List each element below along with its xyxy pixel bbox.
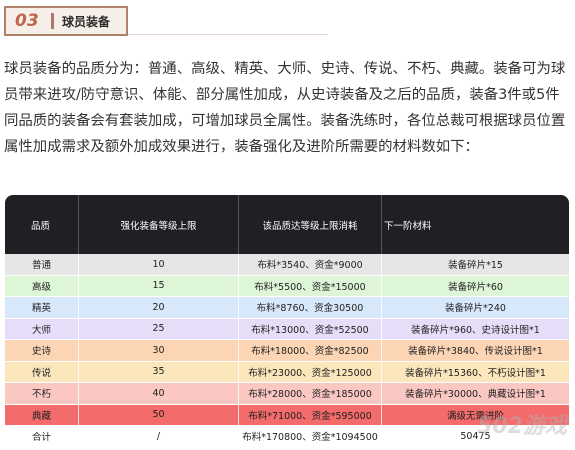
cell-quality: 合计 — [31, 432, 51, 444]
header-quality: 品质 — [31, 220, 51, 232]
header-underline — [128, 34, 328, 35]
section-number: 03 — [15, 11, 39, 31]
header-cost: 该品质达等级上限消耗 — [238, 195, 381, 254]
table-row: 高级 15 布料*5500、资金*15000 装备碎片*60 — [5, 275, 569, 297]
table-row: 合计 / 布料*170800、资金*1094500 50475 — [5, 426, 569, 448]
cell-level-cap: 15 — [78, 275, 238, 296]
cell-quality: 传说 — [31, 367, 51, 379]
table-row: 史诗 30 布料*18000、资金*82500 装备碎片*3840、传说设计图*1 — [5, 340, 569, 362]
section-divider — [51, 13, 54, 29]
cell-level-cap: 40 — [78, 383, 238, 404]
table-header: 品质 强化装备等级上限 该品质达等级上限消耗 下一阶材料 — [5, 195, 569, 254]
table-row: 典藏 50 布料*71000、资金*595000 满级无需进阶 — [5, 404, 569, 426]
table-row: 大师 25 布料*13000、资金*52500 装备碎片*960、史诗设计图*1 — [5, 318, 569, 340]
section-header: 03 球员装备 — [4, 6, 128, 36]
cell-level-cap: 25 — [78, 318, 238, 339]
table-row: 不朽 40 布料*28000、资金*185000 装备碎片*30000、典藏设计图*1 — [5, 383, 569, 405]
cell-next-material: 装备碎片*30000、典藏设计图*1 — [381, 383, 569, 404]
equipment-table: 品质 强化装备等级上限 该品质达等级上限消耗 下一阶材料 普通 10 布料*3540… — [5, 195, 569, 448]
cell-quality: 大师 — [31, 324, 51, 336]
cell-cost: 布料*28000、资金*185000 — [238, 383, 381, 404]
cell-level-cap: 10 — [78, 254, 238, 275]
section-title: 球员装备 — [62, 14, 111, 29]
cell-cost: 布料*5500、资金*15000 — [238, 275, 381, 296]
cell-cost: 布料*23000、资金*125000 — [238, 361, 381, 382]
intro-paragraph: 球员装备的品质分为：普通、高级、精英、大师、史诗、传说、不朽、典藏。装备可为球员… — [4, 61, 566, 155]
cell-next-material: 装备碎片*3840、传说设计图*1 — [381, 340, 569, 361]
cell-cost: 布料*8760、资金30500 — [238, 297, 381, 318]
cell-next-material: 装备碎片*960、史诗设计图*1 — [381, 318, 569, 339]
cell-quality: 普通 — [31, 260, 51, 272]
header-level-cap: 强化装备等级上限 — [78, 195, 238, 254]
cell-quality: 史诗 — [31, 346, 51, 358]
cell-quality: 不朽 — [31, 389, 51, 401]
cell-level-cap: / — [78, 426, 238, 447]
table-body: 普通 10 布料*3540、资金*9000 装备碎片*15 高级 15 布料*5500、资金… — [5, 254, 569, 448]
cell-cost: 布料*170800、资金*1094500 — [238, 426, 381, 447]
table-row: 精英 20 布料*8760、资金30500 装备碎片*240 — [5, 297, 569, 319]
cell-next-material: 50475 — [381, 426, 569, 447]
cell-cost: 布料*71000、资金*595000 — [238, 404, 381, 425]
cell-cost: 布料*18000、资金*82500 — [238, 340, 381, 361]
cell-next-material: 装备碎片*240 — [381, 297, 569, 318]
cell-next-material: 满级无需进阶 — [381, 404, 569, 425]
header-next-material: 下一阶材料 — [381, 195, 569, 254]
table-row: 传说 35 布料*23000、资金*125000 装备碎片*15360、不朽设计图*1 — [5, 361, 569, 383]
cell-cost: 布料*3540、资金*9000 — [238, 254, 381, 275]
cell-next-material: 装备碎片*60 — [381, 275, 569, 296]
cell-level-cap: 50 — [78, 404, 238, 425]
table-row: 普通 10 布料*3540、资金*9000 装备碎片*15 — [5, 254, 569, 276]
cell-next-material: 装备碎片*15360、不朽设计图*1 — [381, 361, 569, 382]
cell-quality: 高级 — [31, 281, 51, 293]
cell-next-material: 装备碎片*15 — [381, 254, 569, 275]
cell-cost: 布料*13000、资金*52500 — [238, 318, 381, 339]
cell-level-cap: 20 — [78, 297, 238, 318]
cell-level-cap: 35 — [78, 361, 238, 382]
cell-quality: 精英 — [31, 303, 51, 315]
cell-level-cap: 30 — [78, 340, 238, 361]
cell-quality: 典藏 — [31, 410, 51, 422]
